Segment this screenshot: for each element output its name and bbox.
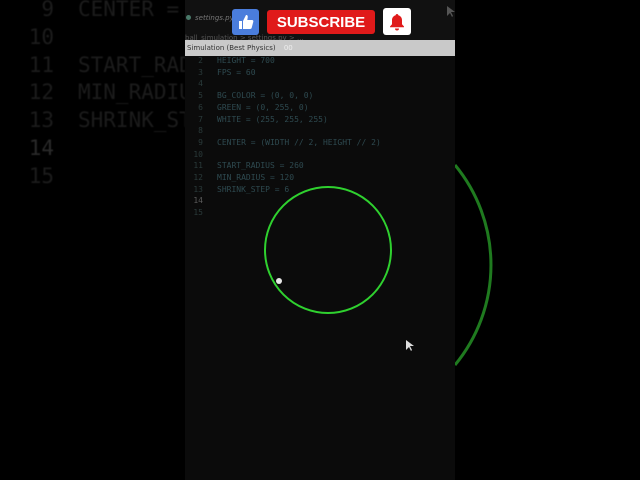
bell-icon [390, 13, 404, 30]
line-code: START_RADIUS = 260 [217, 161, 304, 171]
thumbs-up-icon [238, 15, 253, 29]
line-number: 15 [193, 208, 203, 218]
like-button[interactable] [232, 9, 259, 35]
editor-panel: settings.py ball_simulation > settings.p… [185, 0, 455, 480]
line-code: SHRINK_STEP = 6 [217, 184, 290, 194]
line-number: 9 [198, 137, 203, 147]
background-ring-arc [453, 164, 493, 366]
line-number: 10 [193, 149, 203, 159]
line-number: 6 [198, 102, 203, 112]
line-number: 2 [198, 56, 203, 65]
line-number: 5 [198, 91, 203, 101]
line-number: 12 [193, 173, 203, 182]
mouse-cursor-icon [447, 6, 455, 17]
subscribe-button[interactable]: SUBSCRIBE [267, 10, 375, 34]
line-code: FPS = 60 [217, 67, 256, 77]
line-code: GREEN = (0, 255, 0) [217, 102, 309, 112]
simulation-window-titlebar[interactable]: Simulation (Best Physics) 00 [185, 40, 455, 56]
line-code: WHITE = (255, 255, 255) [217, 114, 328, 124]
notification-bell-button[interactable] [383, 8, 411, 35]
line-number: 14 [193, 196, 203, 206]
line-code: BG_COLOR = (0, 0, 0) [217, 91, 314, 101]
window-title-suffix: 00 [283, 44, 293, 52]
line-number: 4 [198, 79, 203, 89]
window-title: Simulation (Best Physics) [187, 44, 276, 52]
shrinking-ring [264, 186, 392, 314]
line-number: 3 [198, 67, 203, 77]
line-code: MIN_RADIUS = 120 [217, 173, 295, 182]
tab-label: settings.py [195, 14, 234, 22]
line-number: 13 [193, 184, 203, 194]
tab-settings[interactable]: settings.py [185, 14, 234, 22]
file-icon [186, 15, 191, 20]
line-number: 11 [193, 161, 203, 171]
line-code: CENTER = (WIDTH // 2, HEIGHT // 2) [217, 137, 381, 147]
line-number: 7 [198, 114, 203, 124]
mouse-cursor-icon [406, 340, 414, 351]
ball [276, 278, 282, 284]
line-number: 8 [198, 126, 203, 136]
line-code: HEIGHT = 700 [217, 56, 275, 65]
